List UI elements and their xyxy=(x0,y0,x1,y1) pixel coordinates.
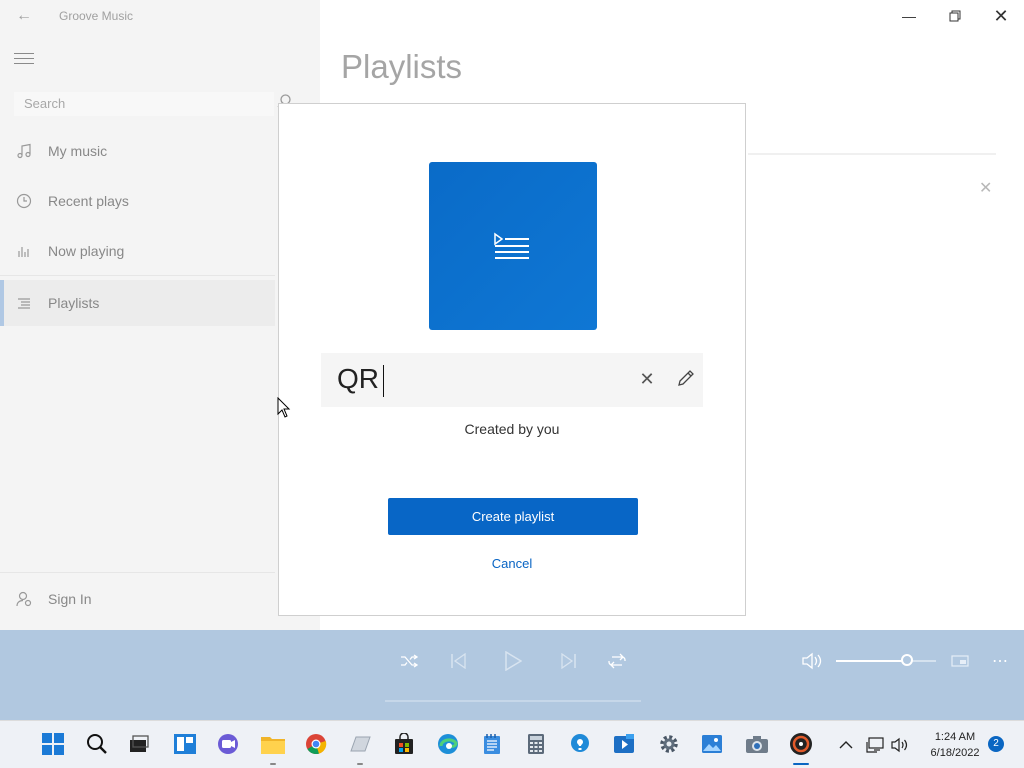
page-title: Playlists xyxy=(341,48,463,85)
clock-time: 1:24 AM xyxy=(934,731,976,743)
clock-icon xyxy=(0,193,48,209)
shuffle-icon[interactable] xyxy=(396,648,422,674)
sidebar-item-label: Recent plays xyxy=(48,193,129,209)
sidebar-item-recent-plays[interactable]: Recent plays xyxy=(0,181,275,221)
camera-icon[interactable] xyxy=(744,731,770,757)
user-settings-icon xyxy=(0,590,48,608)
player-bar: ⋯ xyxy=(0,630,1024,720)
running-indicator xyxy=(357,763,363,765)
create-playlist-button[interactable]: Create playlist xyxy=(388,498,638,535)
start-icon[interactable] xyxy=(40,731,66,757)
clock[interactable]: 1:24 AM 6/18/2022 xyxy=(915,729,995,761)
calculator-icon[interactable] xyxy=(523,731,549,757)
repeat-icon[interactable] xyxy=(604,648,630,674)
app-title: Groove Music xyxy=(59,9,134,23)
search-input[interactable]: Search xyxy=(14,92,274,116)
task-view-icon[interactable] xyxy=(126,731,152,757)
nav-divider xyxy=(0,275,275,276)
playlist-art xyxy=(429,162,597,330)
tips-icon[interactable] xyxy=(567,731,593,757)
chrome-icon[interactable] xyxy=(303,731,329,757)
create-playlist-dialog: QR ✕ Created by you Create playlist Canc… xyxy=(278,103,746,616)
store-icon[interactable] xyxy=(391,731,417,757)
clear-text-icon[interactable]: ✕ xyxy=(637,369,657,389)
chat-icon[interactable] xyxy=(215,731,241,757)
maximize-button[interactable] xyxy=(943,5,967,27)
widgets-icon[interactable] xyxy=(172,731,198,757)
close-window-button[interactable]: ✕ xyxy=(989,5,1013,27)
more-options-icon[interactable]: ⋯ xyxy=(987,648,1013,674)
photos-icon[interactable] xyxy=(699,731,725,757)
mini-player-icon[interactable] xyxy=(947,648,973,674)
running-indicator xyxy=(270,763,276,765)
groove-music-icon[interactable] xyxy=(788,731,814,765)
taskbar: 1:24 AM 6/18/2022 2 xyxy=(0,720,1024,768)
mouse-cursor-icon xyxy=(277,397,291,418)
playlist-name-input[interactable]: QR ✕ xyxy=(321,353,703,407)
close-icon[interactable]: ✕ xyxy=(979,178,992,198)
volume-slider-thumb[interactable] xyxy=(901,654,913,666)
text-caret xyxy=(383,365,384,397)
settings-icon[interactable] xyxy=(656,731,682,757)
back-button[interactable]: ← xyxy=(14,6,34,26)
sign-in-button[interactable]: Sign In xyxy=(0,579,275,619)
bars-icon xyxy=(0,243,48,259)
taskbar-search-icon[interactable] xyxy=(84,731,110,757)
sidebar-item-playlists[interactable]: Playlists xyxy=(0,280,275,326)
sidebar-item-label: My music xyxy=(48,143,108,159)
speaker-icon[interactable] xyxy=(891,735,909,755)
sidebar-item-label: Playlists xyxy=(48,295,100,311)
file-explorer-icon[interactable] xyxy=(260,731,286,765)
edge-icon[interactable] xyxy=(435,731,461,757)
sidebar-item-my-music[interactable]: My music xyxy=(0,131,275,171)
nav-divider xyxy=(0,572,275,573)
sidebar-item-label: Now playing xyxy=(48,243,125,259)
playlist-icon xyxy=(0,295,48,311)
clock-date: 6/18/2022 xyxy=(930,747,980,759)
volume-icon[interactable] xyxy=(799,648,825,674)
playlist-name-value: QR xyxy=(337,363,379,394)
previous-track-icon[interactable] xyxy=(445,648,471,674)
background-divider xyxy=(748,153,996,155)
notepad-icon[interactable] xyxy=(479,731,505,757)
app-icon[interactable] xyxy=(347,731,373,765)
sign-in-label: Sign In xyxy=(48,591,92,607)
media-player-icon[interactable] xyxy=(611,731,637,757)
notification-badge[interactable]: 2 xyxy=(988,736,1004,752)
pencil-icon[interactable] xyxy=(675,367,697,389)
hamburger-menu-icon[interactable] xyxy=(14,49,34,65)
volume-slider-fill xyxy=(836,660,909,662)
created-by-label: Created by you xyxy=(464,421,560,437)
play-icon[interactable] xyxy=(500,648,526,674)
seek-bar[interactable] xyxy=(385,700,641,702)
next-track-icon[interactable] xyxy=(556,648,582,674)
sidebar-item-now-playing[interactable]: Now playing xyxy=(0,231,275,271)
cancel-button[interactable]: Cancel xyxy=(279,556,745,571)
tray-overflow-icon[interactable] xyxy=(839,735,853,755)
minimize-button[interactable]: — xyxy=(897,5,921,27)
playlist-icon xyxy=(494,232,529,259)
network-icon[interactable] xyxy=(866,735,884,755)
music-note-icon xyxy=(0,143,48,159)
active-indicator xyxy=(793,763,809,765)
